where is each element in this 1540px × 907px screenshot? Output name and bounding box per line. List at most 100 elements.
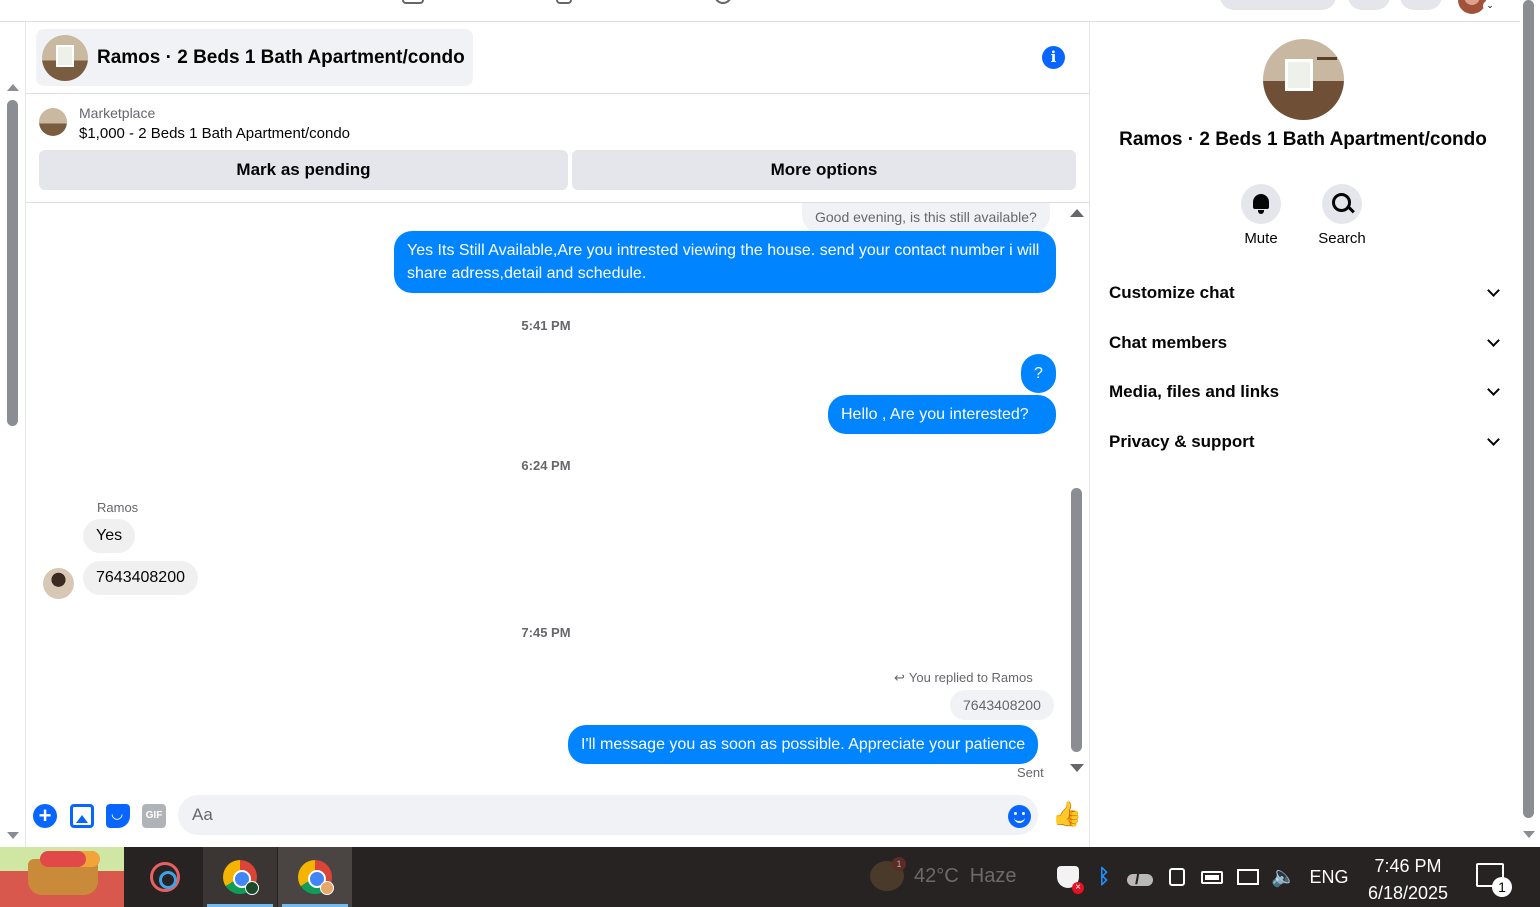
windows-taskbar: 1 42°C Haze ᛒ 🔈 ENG 7:46 PM 6/18/2025 1 (0, 847, 1540, 907)
scroll-up-arrow-icon[interactable] (7, 84, 19, 91)
scrollbar-thumb[interactable] (7, 100, 18, 426)
language-label: ENG (1309, 866, 1349, 887)
marketplace-icon[interactable] (556, 0, 572, 4)
chat-title: Ramos · 2 Beds 1 Bath Apartment/condo (97, 46, 465, 68)
chevron-down-icon (1487, 334, 1500, 347)
chat-header: Ramos · 2 Beds 1 Bath Apartment/condo i (26, 22, 1090, 94)
listing-avatar-large[interactable] (1263, 39, 1344, 120)
sticker-icon[interactable] (106, 804, 130, 828)
mark-as-pending-button[interactable]: Mark as pending (39, 150, 568, 190)
info-icon[interactable]: i (1042, 46, 1065, 69)
speaker-icon: 🔈 (1271, 866, 1296, 888)
bluetooth-icon: ᛒ (1098, 866, 1110, 888)
home-icon[interactable] (402, 0, 424, 4)
scroll-down-arrow-icon[interactable] (1523, 831, 1535, 838)
tray-volume[interactable]: 🔈 (1270, 847, 1296, 907)
marketplace-label: Marketplace (79, 105, 156, 121)
timestamp-separator: 7:45 PM (521, 625, 571, 640)
thread-scroll-down-icon[interactable] (1070, 764, 1084, 772)
notification-count: 1 (1492, 877, 1512, 897)
tray-meet[interactable] (1166, 847, 1188, 907)
clock-date: 6/18/2025 (1367, 883, 1449, 903)
chevron-down-icon[interactable]: ⌄ (1483, 0, 1497, 12)
search-action[interactable]: Search (1302, 184, 1382, 247)
reply-note: You replied to Ramos (908, 670, 1033, 685)
timestamp-separator: 5:41 PM (521, 318, 571, 333)
weather-text: 42°C Haze (914, 864, 1017, 887)
tray-security[interactable] (1056, 847, 1084, 907)
reply-arrow-icon: ↩ (894, 670, 905, 685)
scroll-down-arrow-icon[interactable] (7, 832, 19, 839)
chevron-down-icon (1487, 433, 1500, 446)
clock-time: 7:46 PM (1374, 856, 1442, 876)
sender-avatar[interactable] (43, 568, 74, 599)
chevron-down-icon (1487, 284, 1500, 297)
message-bubble-incoming[interactable]: Yes (83, 519, 136, 553)
message-bubble-incoming[interactable]: 7643408200 (83, 561, 198, 595)
gif-icon[interactable]: GIF (142, 804, 166, 828)
plus-icon[interactable]: + (33, 804, 57, 828)
find-friends-button[interactable] (1220, 0, 1336, 10)
section-privacy-support[interactable]: Privacy & support (1109, 422, 1502, 462)
start-button-picnic-basket-icon[interactable] (0, 847, 124, 907)
mute-action[interactable]: Mute (1221, 184, 1301, 247)
conversation-name: Ramos · 2 Beds 1 Bath Apartment/condo (1119, 129, 1487, 150)
quoted-message[interactable]: 7643408200 (950, 690, 1054, 720)
message-bubble-outgoing[interactable]: Hello , Are you interested? (828, 395, 1056, 434)
thread-scrollbar-thumb[interactable] (1071, 488, 1082, 752)
right-scrollbar[interactable] (1520, 0, 1540, 847)
notification-center-icon[interactable]: 1 (1476, 863, 1512, 897)
message-bubble-outgoing[interactable]: I'll message you as soon as possible. Ap… (568, 725, 1039, 764)
message-bubble-outgoing[interactable]: ? (1021, 354, 1056, 393)
battery-icon (1201, 870, 1223, 884)
listing-avatar (42, 34, 88, 81)
profile-avatar[interactable] (1458, 0, 1486, 14)
notifications-button[interactable] (1400, 0, 1442, 10)
photo-icon[interactable] (70, 804, 94, 828)
tray-language[interactable]: ENG (1306, 847, 1352, 907)
message-bubble-outgoing[interactable]: Yes Its Still Available,Are you intreste… (394, 231, 1056, 293)
snipping-tool-icon (150, 862, 180, 892)
thumbs-up-icon[interactable]: 👍 (1052, 802, 1082, 828)
weather-badge: 1 (892, 857, 906, 871)
messenger-button[interactable] (1348, 0, 1390, 10)
message-thread: Good evening, is this still available? Y… (26, 203, 1090, 784)
message-status: Sent (1017, 765, 1044, 780)
taskbar-snipping-tool[interactable] (128, 847, 202, 907)
tray-battery[interactable] (1200, 847, 1224, 907)
section-customize-chat[interactable]: Customize chat (1109, 273, 1502, 313)
sender-name: Ramos (97, 500, 139, 515)
chevron-down-icon (1487, 383, 1500, 396)
search-icon[interactable] (1322, 184, 1362, 224)
bell-icon[interactable] (1241, 184, 1281, 224)
tray-bluetooth[interactable]: ᛒ (1092, 847, 1116, 907)
chat-panel: Ramos · 2 Beds 1 Bath Apartment/condo i … (26, 22, 1090, 847)
thread-scroll-up-icon[interactable] (1070, 209, 1084, 217)
emoji-icon[interactable] (1008, 805, 1031, 828)
page-scrollbar[interactable] (0, 22, 26, 847)
message-composer: + GIF 👍 (26, 784, 1090, 846)
timestamp-separator: 6:24 PM (521, 458, 571, 473)
listing-thumbnail[interactable] (39, 108, 67, 136)
conversation-info-panel: Ramos · 2 Beds 1 Bath Apartment/condo Mu… (1091, 22, 1520, 847)
taskbar-chrome-2[interactable] (278, 847, 352, 907)
groups-icon[interactable] (714, 0, 732, 4)
network-icon (1237, 869, 1259, 885)
tray-onedrive[interactable] (1126, 847, 1154, 907)
message-input[interactable] (178, 795, 1038, 835)
section-chat-members[interactable]: Chat members (1109, 323, 1502, 363)
shield-icon (1057, 866, 1084, 894)
clock[interactable]: 7:46 PM 6/18/2025 (1358, 853, 1458, 907)
weather-haze-icon: 1 (870, 857, 906, 891)
listing-price-title[interactable]: $1,000 - 2 Beds 1 Bath Apartment/condo (79, 125, 350, 142)
chat-title-button[interactable]: Ramos · 2 Beds 1 Bath Apartment/condo (36, 29, 473, 86)
more-options-button[interactable]: More options (572, 150, 1076, 190)
section-media-files-links[interactable]: Media, files and links (1109, 372, 1502, 412)
reply-indicator: ↩ You replied to Ramos (894, 670, 1033, 686)
taskbar-chrome-1[interactable] (203, 847, 277, 907)
weather-widget[interactable]: 1 42°C Haze (870, 857, 1017, 891)
message-bubble-incoming: Good evening, is this still available? (802, 203, 1050, 233)
scrollbar-thumb[interactable] (1523, 0, 1534, 818)
profile-badge-icon (245, 881, 259, 895)
tray-network[interactable] (1236, 847, 1260, 907)
